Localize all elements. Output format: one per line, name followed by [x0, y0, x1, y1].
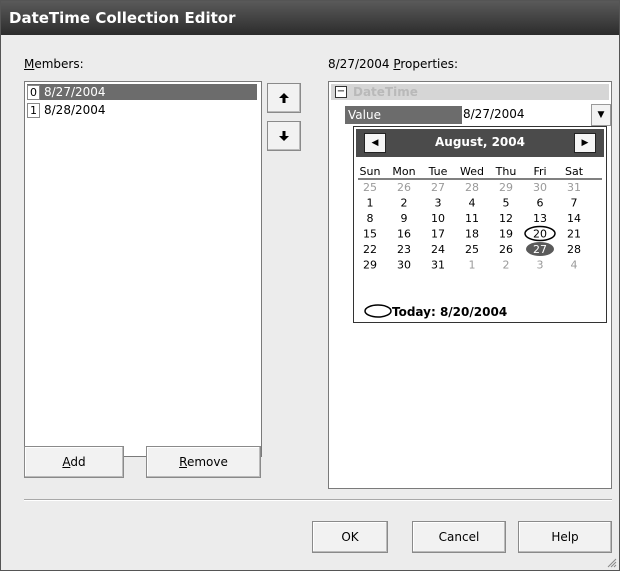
calendar-day[interactable]: 28	[465, 181, 479, 194]
dropdown-button[interactable]: ▼	[591, 104, 611, 126]
day-name: Wed	[460, 165, 484, 178]
calendar-day[interactable]: 4	[571, 259, 578, 272]
calendar-popup[interactable]: ◀ August, 2004 ▶ Sun Mon Tue Wed Thu Fri Sat 25…	[353, 126, 607, 323]
calendar-day[interactable]: 19	[499, 228, 513, 241]
calendar-day[interactable]: 15	[363, 228, 377, 241]
category-row[interactable]: − DateTime	[331, 84, 609, 100]
remove-button[interactable]: Remove	[146, 446, 261, 478]
list-item[interactable]: 1 8/28/2004	[27, 102, 257, 118]
member-index: 1	[27, 103, 40, 118]
calendar-day[interactable]: 28	[567, 243, 581, 256]
arrow-up-icon	[279, 93, 289, 103]
help-button[interactable]: Help	[518, 521, 612, 553]
calendar-day[interactable]: 4	[469, 197, 476, 210]
day-name: Fri	[533, 165, 546, 178]
day-name: Thu	[495, 165, 517, 178]
resize-grip-icon[interactable]	[607, 558, 617, 568]
calendar-day[interactable]: 1	[367, 197, 374, 210]
list-item[interactable]: 0 8/27/2004	[27, 84, 257, 100]
members-list[interactable]: 0 8/27/2004 1 8/28/2004	[24, 81, 262, 457]
calendar-day[interactable]: 26	[397, 181, 411, 194]
calendar-day[interactable]: 11	[465, 212, 479, 225]
calendar-day[interactable]: 1	[469, 259, 476, 272]
calendar-day[interactable]: 29	[363, 259, 377, 272]
cancel-button[interactable]: Cancel	[412, 521, 506, 553]
calendar-day[interactable]: 2	[401, 197, 408, 210]
calendar-day[interactable]: 30	[533, 181, 547, 194]
calendar-grid[interactable]: Sun Mon Tue Wed Thu Fri Sat25 26 27 28 29 30 311 2 3 4 5…	[354, 127, 606, 322]
category-label: DateTime	[353, 85, 418, 99]
move-up-button[interactable]	[267, 83, 301, 113]
calendar-day[interactable]: 14	[567, 212, 581, 225]
calendar-day[interactable]: 30	[397, 259, 411, 272]
calendar-day[interactable]: 27	[533, 243, 547, 256]
calendar-day[interactable]: 29	[499, 181, 513, 194]
calendar-day[interactable]: 13	[533, 212, 547, 225]
calendar-day[interactable]: 31	[567, 181, 581, 194]
calendar-day[interactable]: 2	[503, 259, 510, 272]
calendar-day[interactable]: 24	[431, 243, 445, 256]
property-name[interactable]: Value	[345, 106, 462, 124]
calendar-day[interactable]: 23	[397, 243, 411, 256]
calendar-day[interactable]: 20	[533, 228, 547, 241]
calendar-day[interactable]: 31	[431, 259, 445, 272]
calendar-day[interactable]: 3	[537, 259, 544, 272]
move-down-button[interactable]	[267, 121, 301, 151]
calendar-day[interactable]: 26	[499, 243, 513, 256]
calendar-day[interactable]: 25	[465, 243, 479, 256]
calendar-day[interactable]: 3	[435, 197, 442, 210]
calendar-day[interactable]: 21	[567, 228, 581, 241]
day-name: Mon	[392, 165, 415, 178]
separator	[24, 499, 612, 501]
calendar-day[interactable]: 27	[431, 181, 445, 194]
today-label[interactable]: Today: 8/20/2004	[392, 305, 507, 319]
arrow-down-icon	[279, 131, 289, 141]
title-bar[interactable]: DateTime Collection Editor	[1, 1, 619, 35]
calendar-day[interactable]: 25	[363, 181, 377, 194]
add-button[interactable]: Add	[24, 446, 124, 478]
calendar-day[interactable]: 10	[431, 212, 445, 225]
properties-label: 8/27/2004 Properties:	[328, 57, 459, 71]
calendar-day[interactable]: 12	[499, 212, 513, 225]
calendar-day[interactable]: 22	[363, 243, 377, 256]
today-marker-icon	[364, 304, 392, 318]
member-value: 8/28/2004	[44, 103, 106, 117]
ok-button[interactable]: OK	[312, 521, 388, 553]
window-title: DateTime Collection Editor	[9, 9, 236, 27]
member-index: 0	[27, 85, 40, 100]
property-grid[interactable]: − DateTime Value 8/27/2004 ▼ ◀ August, 2…	[328, 81, 612, 489]
day-name: Sun	[360, 165, 381, 178]
members-label: Members:	[24, 57, 84, 71]
collapse-icon[interactable]: −	[335, 86, 347, 98]
calendar-day[interactable]: 6	[537, 197, 544, 210]
calendar-day[interactable]: 5	[503, 197, 510, 210]
day-name: Tue	[428, 165, 448, 178]
calendar-day[interactable]: 7	[571, 197, 578, 210]
calendar-day[interactable]: 17	[431, 228, 445, 241]
property-value[interactable]: 8/27/2004	[463, 107, 525, 121]
calendar-day[interactable]: 8	[367, 212, 374, 225]
member-value: 8/27/2004	[44, 85, 106, 99]
calendar-day[interactable]: 16	[397, 228, 411, 241]
calendar-day[interactable]: 18	[465, 228, 479, 241]
calendar-day[interactable]: 9	[401, 212, 408, 225]
dialog-window: DateTime Collection Editor Members: 0 8/2…	[0, 0, 620, 571]
day-name: Sat	[565, 165, 584, 178]
